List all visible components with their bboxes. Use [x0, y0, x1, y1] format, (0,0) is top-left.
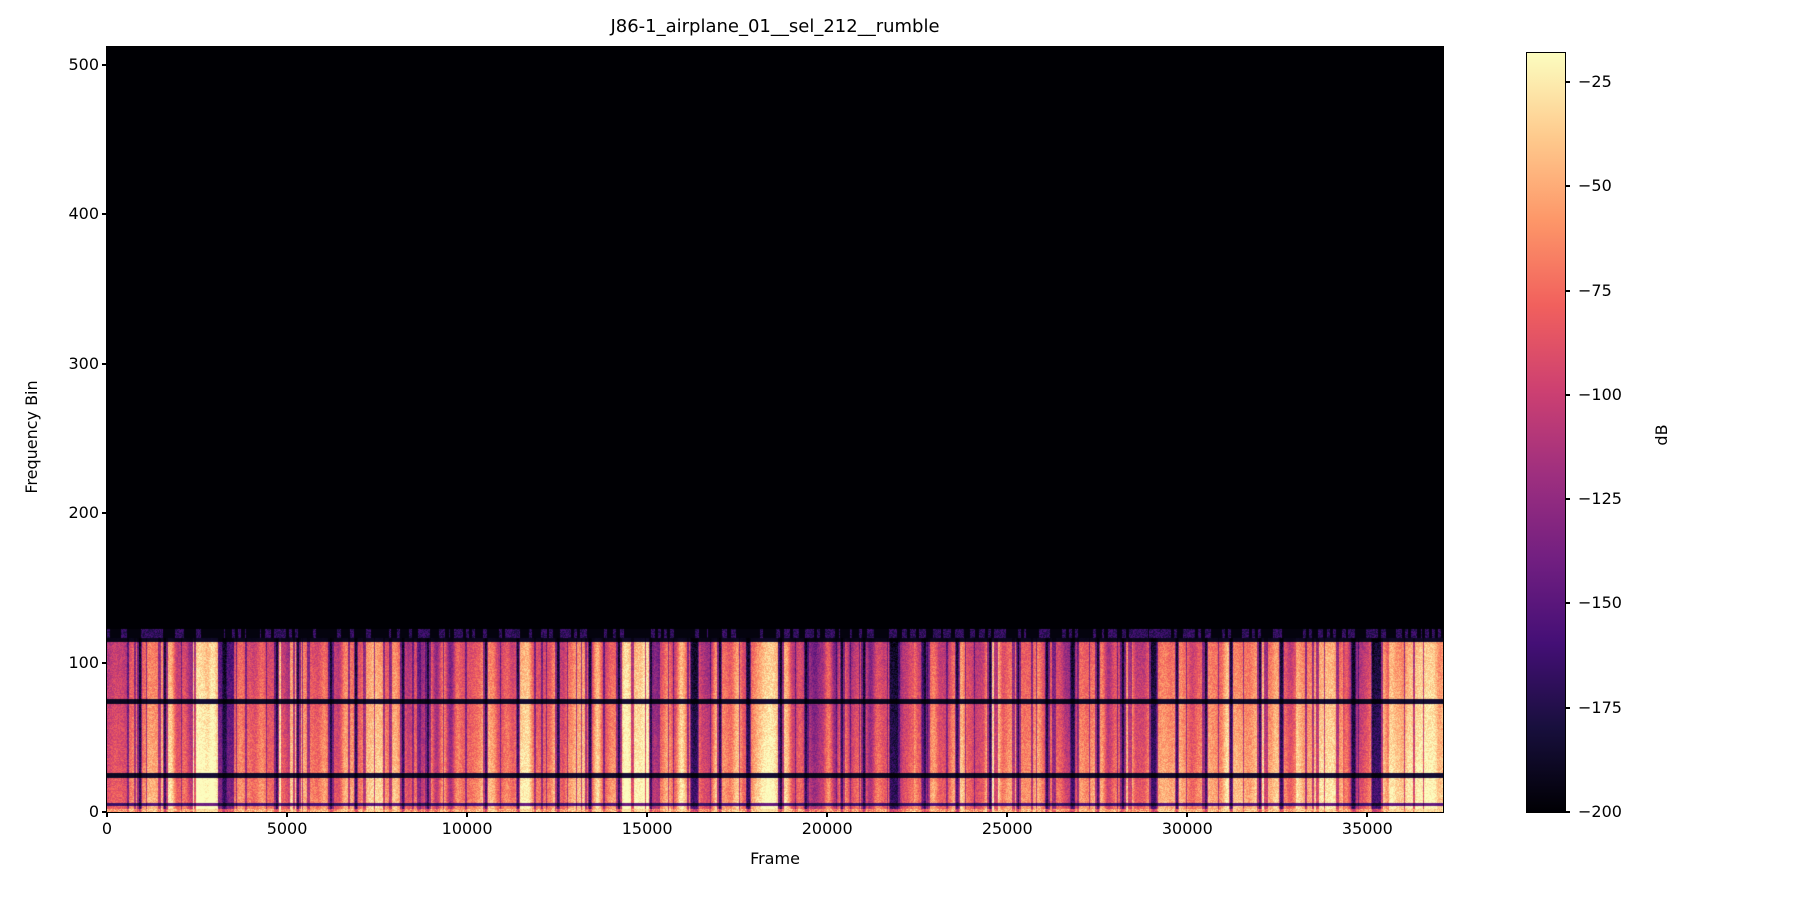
x-tick-mark	[1006, 812, 1009, 817]
y-tick-label: 100	[68, 652, 99, 672]
colorbar-tick-label: −175	[1578, 697, 1622, 717]
y-axis-label: Frequency Bin	[22, 380, 41, 494]
y-tick-label: 400	[68, 204, 99, 224]
x-tick-mark	[466, 812, 469, 817]
figure: J86-1_airplane_01__sel_212__rumble 0 5000…	[0, 0, 1800, 900]
colorbar-tick-label: −100	[1578, 384, 1622, 404]
x-tick-mark	[1366, 812, 1369, 817]
chart-title: J86-1_airplane_01__sel_212__rumble	[610, 16, 940, 37]
y-tick-mark	[102, 811, 107, 813]
y-tick-mark	[102, 661, 107, 664]
y-tick-label: 300	[68, 353, 99, 373]
colorbar-tick-label: −200	[1578, 802, 1622, 821]
x-tick-label: 25000	[981, 819, 1033, 838]
y-tick-label: 500	[68, 54, 99, 74]
x-tick-label: 10000	[441, 819, 493, 838]
colorbar-tick-label: −75	[1578, 280, 1612, 300]
y-tick-label: 0	[88, 802, 99, 821]
y-tick-label: 200	[68, 503, 99, 523]
x-tick-mark	[826, 812, 829, 817]
x-tick-label: 20000	[801, 819, 853, 838]
y-tick-mark	[102, 63, 107, 66]
y-tick-mark	[102, 512, 107, 515]
y-tick-mark	[102, 362, 107, 365]
plot-area	[105, 45, 1444, 813]
x-tick-label: 30000	[1161, 819, 1213, 838]
x-tick-label: 5000	[266, 819, 308, 838]
colorbar-tick-label: −150	[1578, 593, 1622, 613]
x-tick-mark	[1186, 812, 1189, 817]
spectrogram-heatmap	[106, 46, 1443, 812]
x-tick-label: 0	[101, 819, 113, 838]
x-tick-label: 15000	[621, 819, 673, 838]
colorbar	[1526, 52, 1566, 813]
colorbar-tick-label: −125	[1578, 489, 1622, 509]
x-tick-label: 35000	[1341, 819, 1393, 838]
y-tick-mark	[102, 213, 107, 216]
x-axis-label: Frame	[750, 849, 800, 868]
colorbar-label: dB	[1652, 424, 1671, 446]
x-tick-mark	[646, 812, 649, 817]
colorbar-tick-label: −25	[1578, 72, 1612, 92]
x-tick-mark	[286, 812, 289, 817]
colorbar-tick-label: −50	[1578, 176, 1612, 196]
